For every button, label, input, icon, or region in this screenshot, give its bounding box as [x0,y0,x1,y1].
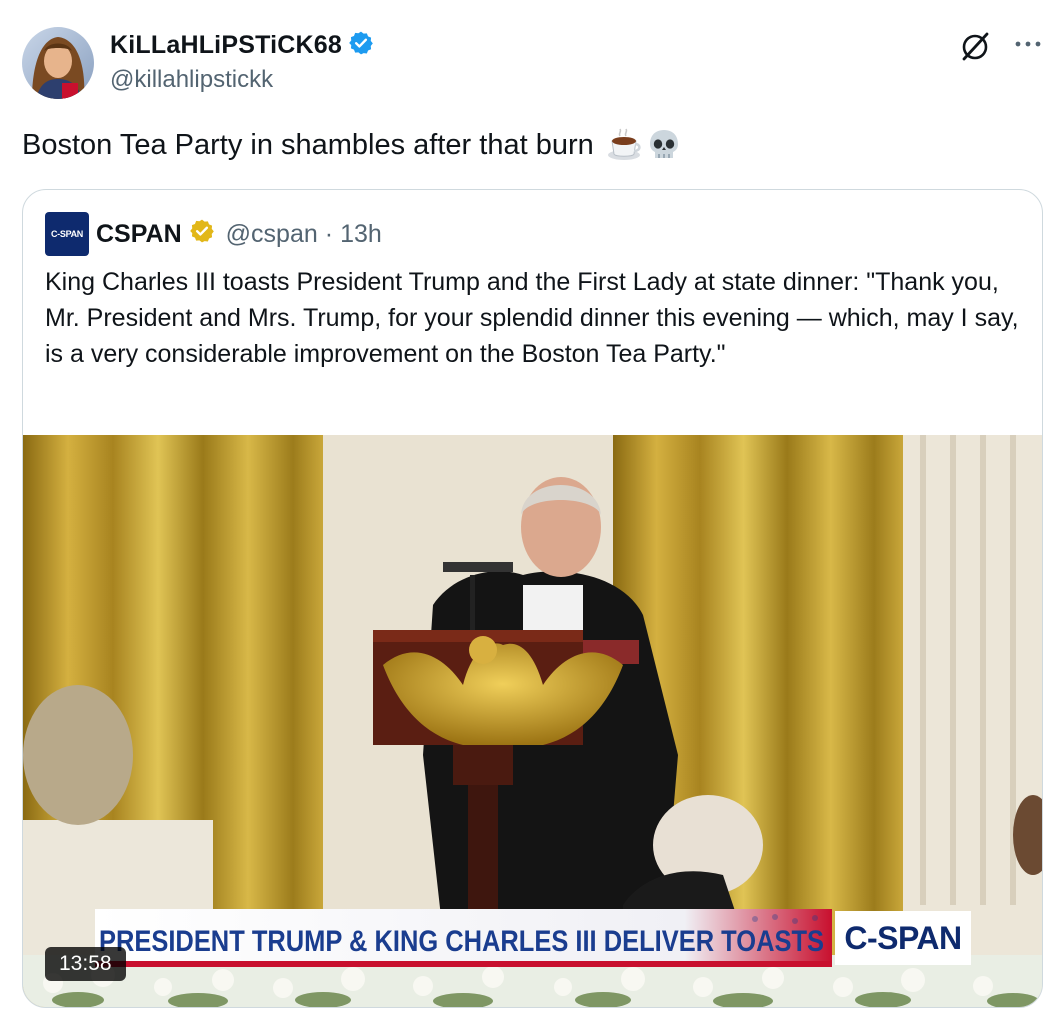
chyron-text: PRESIDENT TRUMP & KING CHARLES III DELIV… [99,925,824,958]
author-handle[interactable]: @killahlipstickk [110,66,273,94]
author-avatar[interactable] [22,27,94,99]
grok-icon[interactable] [958,28,994,64]
more-options-icon[interactable] [1010,28,1046,64]
dot-separator: · [324,219,334,248]
quoted-display-name[interactable]: CSPAN [96,220,182,249]
quoted-post-card[interactable]: C-SPAN CSPAN @cspan · 13h King Charles I… [22,189,1043,1008]
author-name-row: KiLLaHLiPSTiCK68 [110,30,374,61]
cspan-bug-logo: C-SPAN [835,911,971,965]
cspan-avatar[interactable]: C-SPAN [45,212,89,256]
verified-badge-icon [348,30,374,61]
video-duration-badge: 13:58 [45,947,126,981]
post-text-row: Boston Tea Party in shambles after that … [22,124,682,166]
quoted-post-header: C-SPAN CSPAN @cspan · 13h [45,212,382,256]
quoted-post-text: King Charles III toasts President Trump … [45,268,1019,368]
quoted-handle[interactable]: @cspan [226,220,318,249]
hot-beverage-emoji [606,127,642,163]
post: KiLLaHLiPSTiCK68 @killahlipstickk Boston… [0,0,1058,1018]
author-display-name[interactable]: KiLLaHLiPSTiCK68 [110,31,342,60]
quoted-timestamp[interactable]: 13h [340,220,382,249]
skull-emoji [646,127,682,163]
gold-verified-badge-icon [189,218,215,251]
post-text: Boston Tea Party in shambles after that … [22,129,594,161]
video-chyron: PRESIDENT TRUMP & KING CHARLES III DELIV… [95,909,832,967]
